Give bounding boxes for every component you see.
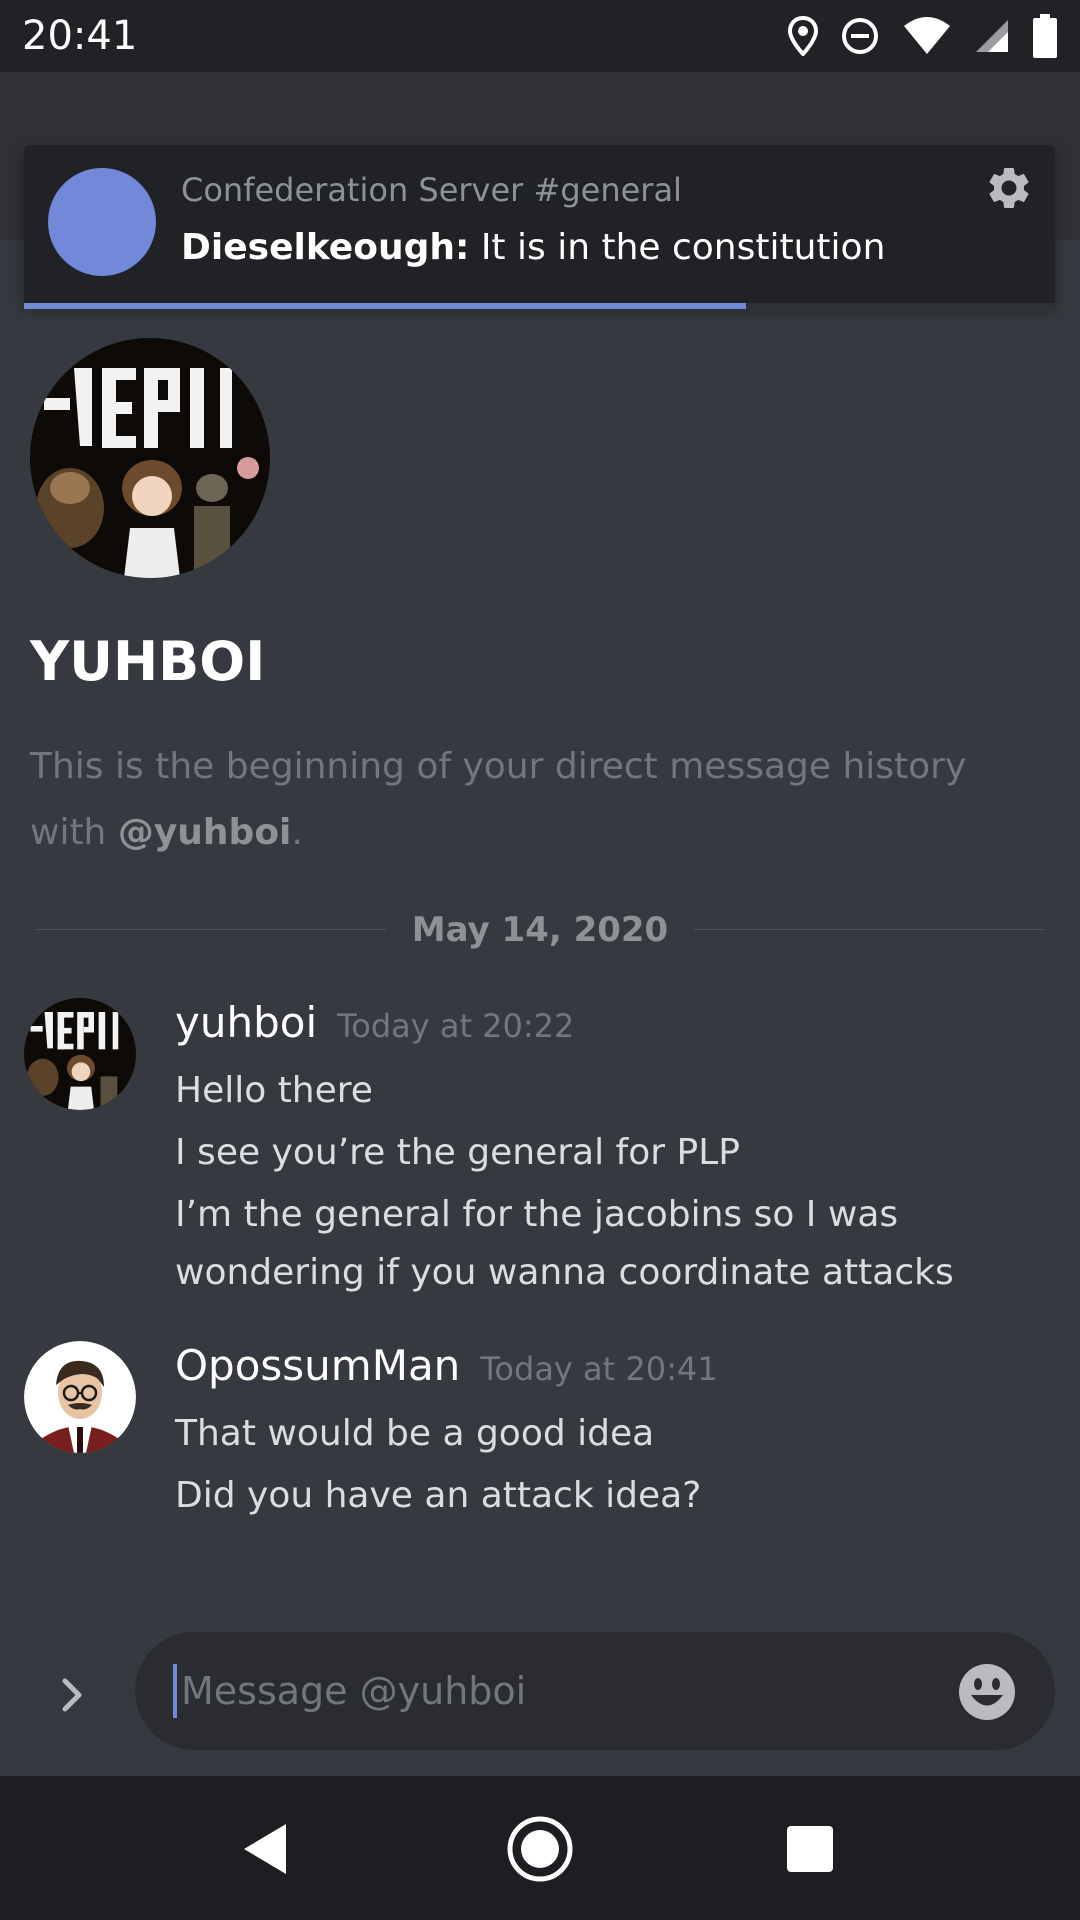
emoji-icon[interactable]: [957, 1662, 1017, 1722]
home-button[interactable]: [505, 1814, 575, 1884]
notification-sender: Dieselkeough:: [181, 227, 470, 268]
notification-text: It is in the constitution: [469, 227, 886, 268]
message-input[interactable]: [179, 1668, 943, 1714]
notification-banner[interactable]: Confederation Server #general Dieselkeou…: [24, 145, 1055, 309]
composer-area: [0, 1610, 1080, 1770]
message-text[interactable]: I’m the general for the jacobins so I wa…: [175, 1186, 1075, 1302]
intro-mention[interactable]: @yuhboi: [118, 812, 292, 853]
profile-name: YUHBOI: [30, 630, 266, 693]
signal-icon: [976, 20, 1008, 52]
message-content: yuhboi Today at 20:22 Hello there I see …: [175, 998, 1075, 1302]
message-text[interactable]: That would be a good idea: [175, 1405, 1075, 1463]
message-text[interactable]: Hello there: [175, 1062, 1075, 1120]
notification-progress: [24, 303, 1055, 309]
recents-button[interactable]: [775, 1814, 845, 1884]
avatar[interactable]: [24, 1341, 136, 1453]
message-author[interactable]: OpossumMan: [175, 1341, 460, 1390]
date-divider: May 14, 2020: [36, 910, 1044, 950]
status-time: 20:41: [22, 13, 138, 59]
expand-button[interactable]: [48, 1670, 98, 1720]
message-composer[interactable]: [135, 1632, 1055, 1750]
notification-source: Confederation Server #general: [181, 171, 682, 209]
text-caret: [173, 1664, 177, 1718]
system-nav-bar: [0, 1776, 1080, 1920]
recents-icon: [787, 1826, 833, 1872]
server-avatar: [48, 168, 156, 276]
message-text[interactable]: Did you have an attack idea?: [175, 1467, 1075, 1525]
notification-progress-fill: [24, 303, 746, 309]
message-timestamp: Today at 20:41: [480, 1350, 718, 1388]
back-icon: [244, 1824, 286, 1874]
notification-message: Dieselkeough: It is in the constitution: [181, 227, 885, 268]
message-author[interactable]: yuhboi: [175, 998, 317, 1047]
battery-icon: [1033, 14, 1057, 58]
avatar[interactable]: [24, 998, 136, 1110]
date-label: May 14, 2020: [385, 910, 695, 950]
do-not-disturb-icon: [842, 18, 878, 54]
back-button[interactable]: [230, 1814, 300, 1884]
gear-icon[interactable]: [984, 163, 1034, 213]
intro-period: .: [291, 812, 303, 853]
wifi-icon: [904, 17, 950, 54]
message-content: OpossumMan Today at 20:41 That would be …: [175, 1341, 1075, 1525]
message-text[interactable]: I see you’re the general for PLP: [175, 1124, 1075, 1182]
profile-avatar[interactable]: [30, 338, 270, 578]
message-timestamp: Today at 20:22: [337, 1007, 575, 1045]
dm-intro-text: This is the beginning of your direct mes…: [30, 734, 1040, 866]
location-icon: [788, 16, 818, 56]
status-icons: [788, 14, 1058, 58]
chevron-right-icon: [62, 1678, 82, 1712]
home-icon: [507, 1816, 573, 1882]
status-bar: 20:41: [0, 0, 1080, 72]
